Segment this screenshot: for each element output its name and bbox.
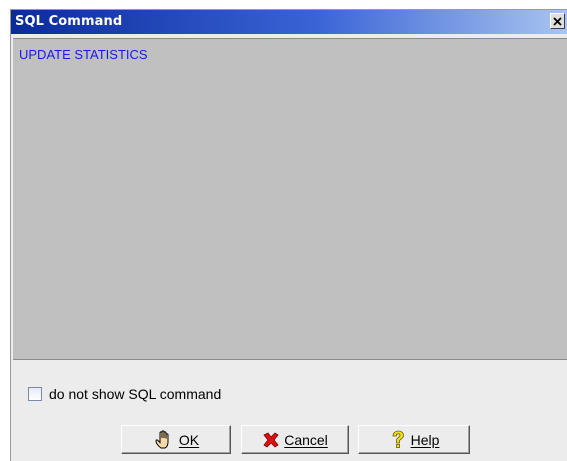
title-bar[interactable]: SQL Command: [11, 10, 567, 34]
sql-command-area[interactable]: UPDATE STATISTICS: [13, 38, 567, 360]
help-button[interactable]: Help: [358, 425, 470, 454]
sql-command-dialog: SQL Command UPDATE STATISTICS do not sho…: [10, 9, 567, 461]
cancel-label: Cancel: [284, 431, 328, 448]
cancel-button[interactable]: Cancel: [241, 425, 349, 454]
sql-command-text: UPDATE STATISTICS: [19, 47, 148, 62]
hide-sql-option[interactable]: do not show SQL command: [28, 386, 221, 402]
ok-label: OK: [178, 431, 200, 448]
close-icon: [553, 16, 562, 26]
help-label: Help: [410, 431, 440, 448]
hide-sql-checkbox[interactable]: [28, 387, 42, 401]
hand-pointer-icon: [153, 429, 175, 451]
hide-sql-label[interactable]: do not show SQL command: [49, 386, 221, 402]
close-button[interactable]: [550, 13, 565, 29]
question-mark-icon: [389, 430, 407, 450]
red-x-icon: [262, 431, 280, 448]
window-title: SQL Command: [15, 14, 123, 29]
ok-button[interactable]: OK: [121, 425, 231, 454]
